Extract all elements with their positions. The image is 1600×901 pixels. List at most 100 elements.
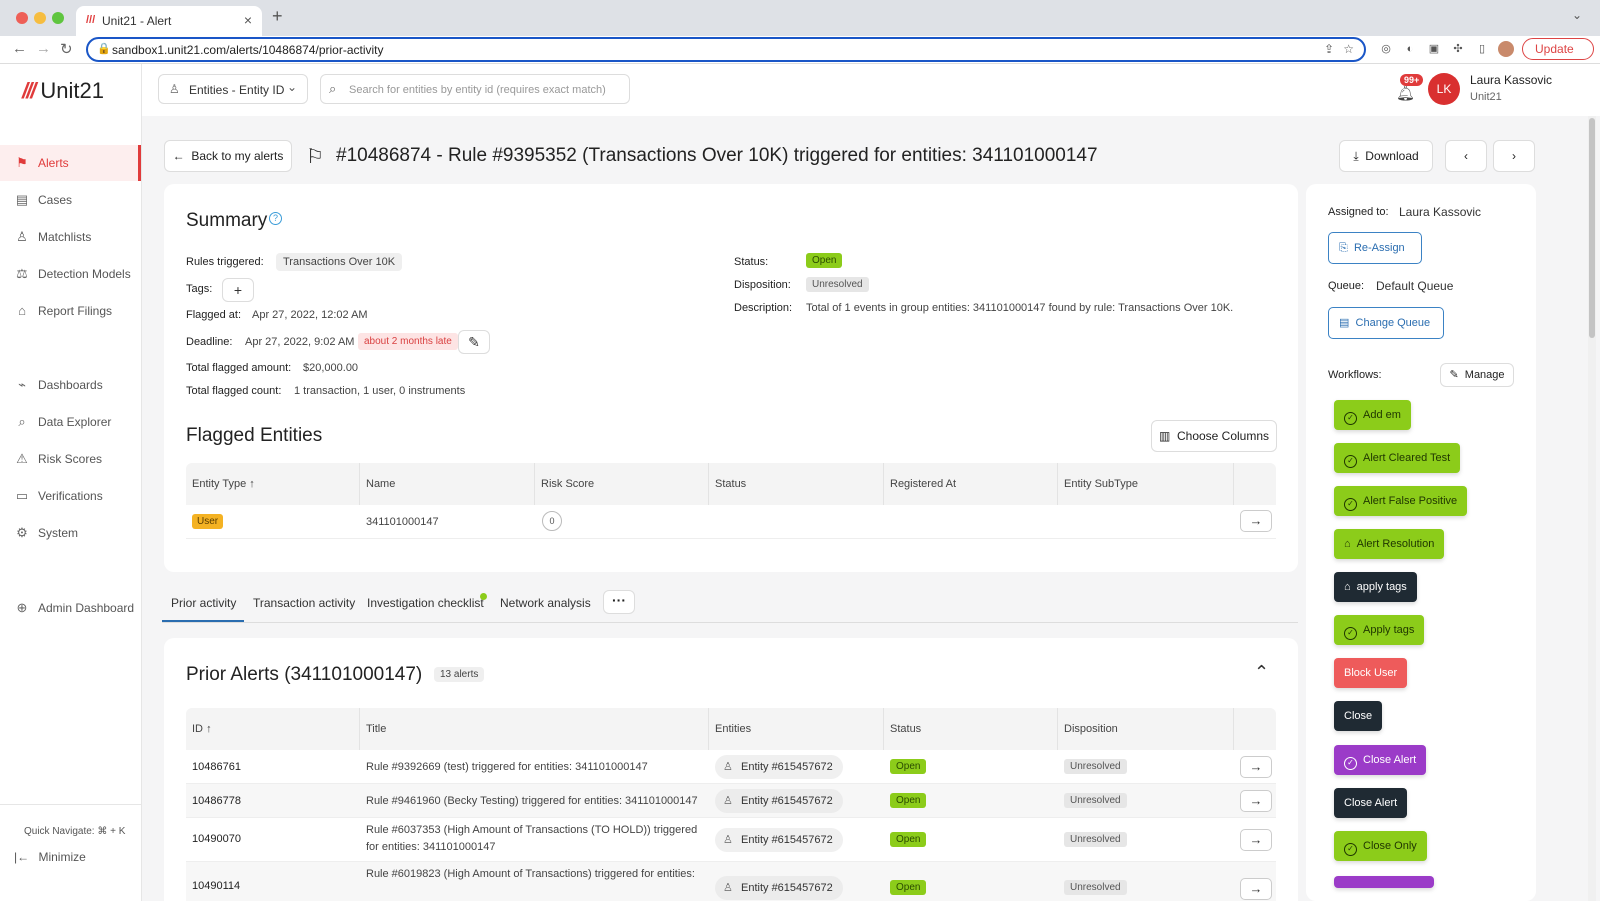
workflow-button[interactable] — [1334, 876, 1434, 888]
workflow-button[interactable]: Close — [1334, 701, 1383, 731]
table-row[interactable]: 10486761 Rule #9392669 (test) triggered … — [186, 750, 1276, 784]
workflow-button[interactable]: ✓ Apply tags — [1334, 615, 1425, 645]
extension-icon[interactable]: ◎ — [1378, 41, 1394, 57]
open-alert-button[interactable]: → — [1240, 790, 1272, 812]
sidebar-item-system[interactable]: ⚙ System — [0, 515, 141, 551]
entity-chip[interactable]: ♙ Entity #615457672 — [715, 828, 843, 852]
minimize-sidebar-button[interactable]: |← Minimize — [14, 850, 86, 864]
open-entity-button[interactable]: → — [1240, 510, 1272, 532]
workflow-button[interactable]: ✓ Alert Cleared Test — [1334, 443, 1461, 473]
change-queue-button[interactable]: ▤ Change Queue — [1328, 307, 1444, 339]
column-header[interactable]: Entities — [715, 723, 751, 735]
workflow-button[interactable]: ✓ Close Alert — [1334, 745, 1427, 775]
scrollbar-thumb[interactable] — [1589, 118, 1595, 338]
extension-icon[interactable]: ◐ — [1402, 41, 1418, 57]
open-alert-button[interactable]: → — [1240, 829, 1272, 851]
back-to-alerts-button[interactable]: ← Back to my alerts — [164, 140, 292, 172]
column-header[interactable]: Disposition — [1064, 723, 1118, 735]
tab-network-analysis[interactable]: Network analysis — [500, 596, 591, 610]
forward-arrow-icon[interactable]: → — [36, 40, 51, 57]
alert-title-line-2[interactable]: for entities: 341101000147 — [366, 841, 495, 853]
avatar[interactable]: LK — [1428, 73, 1460, 105]
workflow-button[interactable]: Close Alert — [1334, 788, 1408, 818]
address-bar[interactable]: 🔒 sandbox1.unit21.com/alerts/10486874/pr… — [86, 37, 1366, 62]
previous-alert-button[interactable]: ‹ — [1445, 140, 1487, 172]
window-minimize-dot[interactable] — [34, 12, 46, 24]
sidebar-item-verifications[interactable]: ▭ Verifications — [0, 478, 141, 514]
new-tab-icon[interactable]: + — [272, 6, 283, 27]
window-close-dot[interactable] — [16, 12, 28, 24]
rule-chip[interactable]: Transactions Over 10K — [276, 253, 403, 271]
reload-icon[interactable]: ↻ — [60, 40, 73, 58]
entity-chip[interactable]: ♙ Entity #615457672 — [715, 755, 843, 779]
bookmark-star-icon[interactable]: ☆ — [1343, 42, 1354, 56]
sidebar-item-cases[interactable]: ▤ Cases — [0, 182, 141, 218]
workflow-button[interactable]: ⌂ apply tags — [1334, 572, 1417, 602]
window-zoom-dot[interactable] — [52, 12, 64, 24]
help-icon[interactable]: ? — [269, 212, 282, 225]
workflow-button[interactable]: ✓ Alert False Positive — [1334, 486, 1468, 516]
tab-transaction-activity[interactable]: Transaction activity — [253, 596, 355, 610]
download-button[interactable]: ⤓ Download — [1339, 140, 1433, 172]
column-header[interactable]: Name — [366, 478, 395, 490]
sidebar-item-dashboards[interactable]: ⌁ Dashboards — [0, 367, 141, 403]
column-header[interactable]: ID ↑ — [192, 723, 212, 735]
column-header[interactable]: Registered At — [890, 478, 956, 490]
entity-chip[interactable]: ♙ Entity #615457672 — [715, 876, 843, 900]
sidebar-item-report-filings[interactable]: ⌂ Report Filings — [0, 293, 141, 329]
table-row[interactable]: 10490114 Rule #6019823 (High Amount of T… — [186, 862, 1276, 901]
sidebar-item-matchlists[interactable]: ♙ Matchlists — [0, 219, 141, 255]
table-row[interactable]: 10490070 Rule #6037353 (High Amount of T… — [186, 818, 1276, 862]
sidebar-item-risk-scores[interactable]: ⚠ Risk Scores — [0, 441, 141, 477]
sidebar-item-detection-models[interactable]: ⚖ Detection Models — [0, 256, 141, 292]
sidebar-item-admin-dashboard[interactable]: ⊕ Admin Dashboard — [0, 590, 141, 626]
reassign-button[interactable]: ⎘ Re-Assign — [1328, 232, 1422, 264]
close-tab-icon[interactable]: × — [244, 12, 252, 28]
next-alert-button[interactable]: › — [1493, 140, 1535, 172]
app-logo[interactable]: /// Unit21 — [22, 78, 104, 104]
column-header[interactable]: Status — [890, 723, 921, 735]
edit-deadline-button[interactable]: ✎ — [458, 330, 490, 354]
share-icon[interactable]: ⇪ — [1324, 42, 1334, 56]
bell-icon[interactable]: 🔔︎ — [1396, 84, 1415, 102]
entity-chip[interactable]: ♙ Entity #615457672 — [715, 789, 843, 813]
workflow-button[interactable]: ✓ Add em — [1334, 400, 1411, 430]
extension-icon[interactable]: ▣ — [1426, 41, 1442, 57]
browser-update-button[interactable]: Update — [1522, 38, 1594, 60]
entity-search-input[interactable]: ⌕ Search for entities by entity id (requ… — [320, 74, 630, 104]
alert-title[interactable]: Rule #9392669 (test) triggered for entit… — [366, 761, 648, 773]
workflow-button[interactable]: Block User — [1334, 658, 1408, 688]
lock-icon[interactable]: 🔒 — [97, 42, 111, 55]
add-tag-button[interactable]: + — [222, 278, 254, 302]
browser-tab[interactable]: /// Unit21 - Alert × — [76, 6, 262, 36]
manage-workflows-button[interactable]: ✎ Manage — [1440, 363, 1514, 387]
url-text[interactable]: sandbox1.unit21.com/alerts/10486874/prio… — [112, 43, 384, 57]
workflow-button[interactable]: ⌂ Alert Resolution — [1334, 529, 1445, 559]
choose-columns-button[interactable]: ▥ Choose Columns — [1151, 420, 1277, 452]
tab-prior-activity[interactable]: Prior activity — [171, 596, 236, 610]
profile-avatar-icon[interactable] — [1498, 41, 1514, 57]
alert-title-line-1[interactable]: Rule #6037353 (High Amount of Transactio… — [366, 824, 697, 836]
puzzle-icon[interactable]: ✣ — [1450, 41, 1466, 57]
table-row[interactable]: User 341101000147 0 → — [186, 505, 1276, 539]
open-alert-button[interactable]: → — [1240, 878, 1272, 900]
column-header[interactable]: Entity SubType — [1064, 478, 1138, 490]
tab-investigation-checklist[interactable]: Investigation checklist — [367, 596, 484, 610]
column-header[interactable]: Risk Score — [541, 478, 594, 490]
workflow-button[interactable]: ✓ Close Only — [1334, 831, 1427, 861]
tab-list-chevron-icon[interactable]: ⌄ — [1572, 8, 1582, 22]
alert-title-line-1[interactable]: Rule #6019823 (High Amount of Transactio… — [366, 868, 695, 880]
entity-type-select[interactable]: ♙ Entities - Entity ID ⌄ — [158, 74, 308, 104]
chevron-up-icon[interactable]: ⌃ — [1254, 662, 1269, 683]
column-header[interactable]: Entity Type ↑ — [192, 478, 255, 490]
sidebar-toggle-icon[interactable]: ▯ — [1474, 41, 1490, 57]
sidebar-item-alerts[interactable]: ⚑ Alerts — [0, 145, 141, 181]
open-alert-button[interactable]: → — [1240, 756, 1272, 778]
column-header[interactable]: Title — [366, 723, 386, 735]
more-tabs-button[interactable]: ··· — [603, 590, 635, 614]
column-header[interactable]: Status — [715, 478, 746, 490]
table-row[interactable]: 10486778 Rule #9461960 (Becky Testing) t… — [186, 784, 1276, 818]
sidebar-item-data-explorer[interactable]: ⌕ Data Explorer — [0, 404, 141, 440]
alert-title[interactable]: Rule #9461960 (Becky Testing) triggered … — [366, 795, 698, 807]
back-arrow-icon[interactable]: ← — [12, 40, 27, 57]
